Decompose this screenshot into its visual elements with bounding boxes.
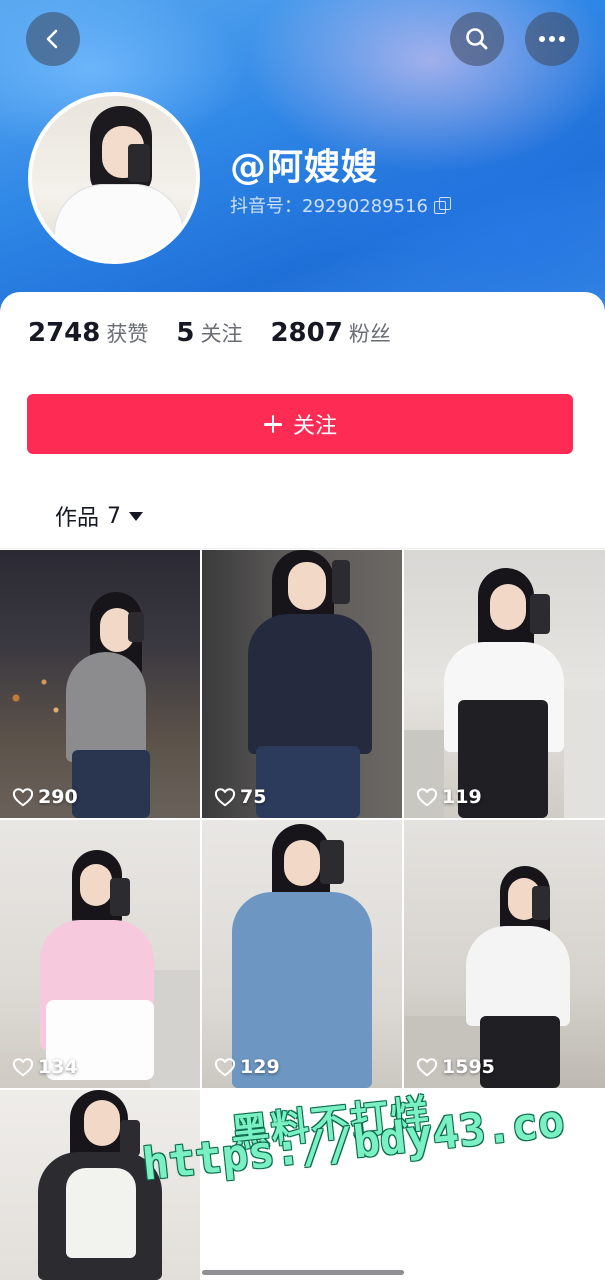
likes-count: 1595 bbox=[442, 1056, 495, 1078]
home-indicator[interactable] bbox=[202, 1270, 404, 1275]
stat-value: 2748 bbox=[28, 318, 101, 348]
likes-count: 129 bbox=[240, 1056, 280, 1078]
heart-icon bbox=[416, 1058, 438, 1077]
stat-label: 获赞 bbox=[106, 322, 149, 346]
video-tile[interactable]: 290 bbox=[0, 550, 200, 818]
stat-value: 5 bbox=[176, 318, 195, 348]
heart-icon bbox=[12, 1058, 34, 1077]
video-tile[interactable]: 75 bbox=[202, 550, 402, 818]
caret-down-icon bbox=[129, 511, 144, 521]
search-button[interactable] bbox=[450, 12, 504, 66]
likes-count: 119 bbox=[442, 786, 482, 808]
heart-icon bbox=[214, 1058, 236, 1077]
video-tile[interactable]: 134 bbox=[0, 820, 200, 1088]
video-likes: 119 bbox=[416, 786, 482, 808]
heart-icon bbox=[12, 788, 34, 807]
stat-followers[interactable]: 2807 粉丝 bbox=[270, 318, 390, 348]
video-tile[interactable]: 119 bbox=[404, 550, 605, 818]
works-tab-label: 作品 bbox=[55, 506, 100, 531]
follow-button-label: 关注 bbox=[292, 414, 337, 439]
stat-following[interactable]: 5 关注 bbox=[176, 318, 242, 348]
more-horizontal-icon bbox=[539, 36, 565, 42]
plus-icon bbox=[263, 414, 283, 434]
copy-icon[interactable] bbox=[433, 197, 451, 214]
douyin-id-row[interactable]: 抖音号：29290289516 bbox=[230, 192, 451, 218]
video-tile[interactable]: 129 bbox=[202, 820, 402, 1088]
video-likes: 290 bbox=[12, 786, 78, 808]
video-likes: 1595 bbox=[416, 1056, 495, 1078]
tab-works[interactable]: 作品 7 bbox=[55, 500, 144, 532]
chevron-left-icon bbox=[46, 29, 58, 49]
avatar[interactable] bbox=[28, 92, 200, 264]
video-likes: 129 bbox=[214, 1056, 280, 1078]
username: @阿嫂嫂 bbox=[230, 147, 379, 188]
video-likes: 75 bbox=[214, 786, 266, 808]
stat-label: 关注 bbox=[200, 322, 243, 346]
heart-icon bbox=[214, 788, 236, 807]
follow-button[interactable]: 关注 bbox=[27, 394, 573, 454]
video-likes: 134 bbox=[12, 1056, 78, 1078]
more-button[interactable] bbox=[525, 12, 579, 66]
likes-count: 134 bbox=[38, 1056, 78, 1078]
likes-count: 290 bbox=[38, 786, 78, 808]
likes-count: 75 bbox=[240, 786, 267, 808]
stat-likes[interactable]: 2748 获赞 bbox=[28, 318, 148, 348]
works-count: 7 bbox=[107, 503, 122, 529]
search-icon bbox=[466, 28, 488, 50]
stat-label: 粉丝 bbox=[348, 322, 391, 346]
heart-icon bbox=[416, 788, 438, 807]
profile-stats: 2748 获赞 5 关注 2807 粉丝 bbox=[28, 318, 419, 348]
back-button[interactable] bbox=[26, 12, 80, 66]
video-tile[interactable]: 1595 bbox=[404, 820, 605, 1088]
stat-value: 2807 bbox=[270, 318, 343, 348]
tab-divider bbox=[0, 548, 605, 549]
douyin-id: 抖音号：29290289516 bbox=[230, 196, 428, 217]
